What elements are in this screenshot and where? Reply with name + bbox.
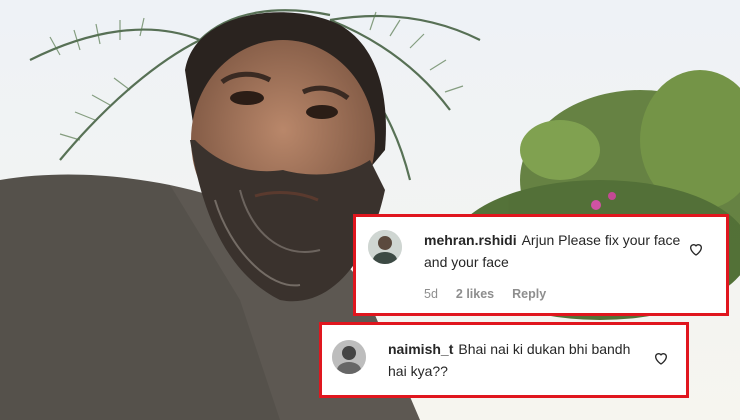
comment-text: mehran.rshidi Arjun Please fix your face … — [424, 229, 684, 273]
heart-outline-icon[interactable] — [688, 241, 704, 257]
comment-card: mehran.rshidi Arjun Please fix your face … — [353, 214, 729, 316]
comment-card: naimish_t Bhai nai ki dukan bhi bandh hai… — [319, 322, 689, 398]
comment-age: 5d — [424, 287, 438, 301]
user-avatar-icon[interactable] — [332, 340, 366, 374]
comment-text: naimish_t Bhai nai ki dukan bhi bandh hai… — [388, 338, 646, 382]
reply-button[interactable]: Reply — [512, 287, 546, 301]
likes-count[interactable]: 2 likes — [456, 287, 494, 301]
comment-username[interactable]: naimish_t — [388, 341, 453, 357]
heart-outline-icon[interactable] — [653, 350, 669, 366]
comment-meta: 5d 2 likes Reply — [424, 287, 546, 301]
user-avatar-icon[interactable] — [368, 230, 402, 264]
comment-username[interactable]: mehran.rshidi — [424, 232, 517, 248]
